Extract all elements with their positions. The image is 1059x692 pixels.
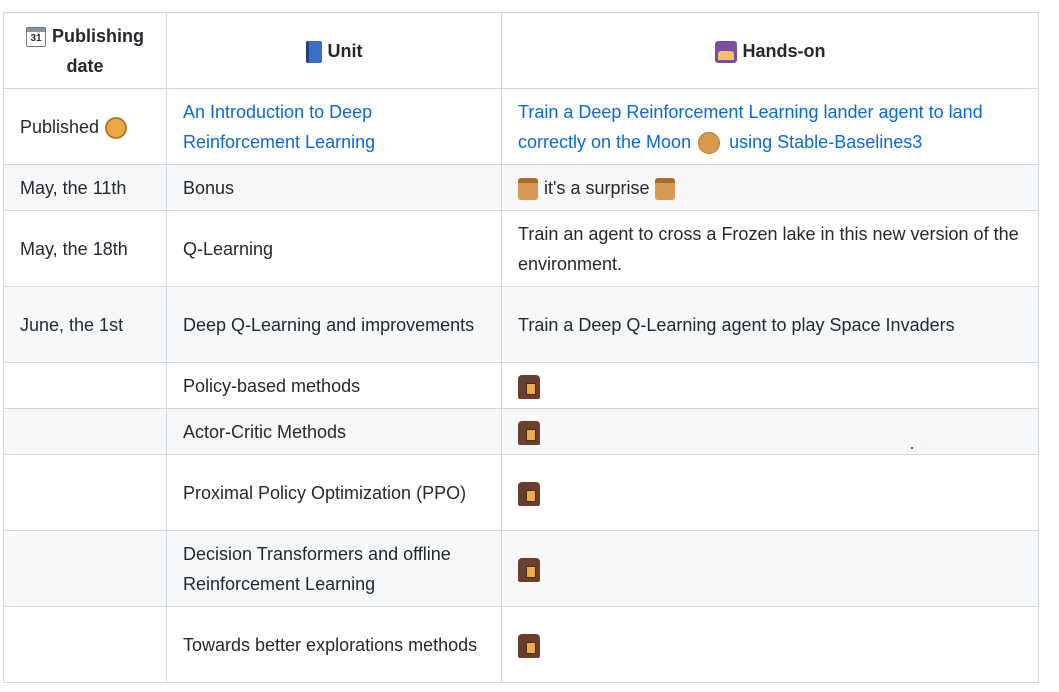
date-cell [3,408,167,455]
date-text: June, the 1st [20,314,124,335]
hands-on-text: it's a surprise [544,177,650,198]
header-publishing-date-label: Publishing date [52,25,144,76]
table-row: Published An Introduction to Deep Reinfo… [3,88,1039,165]
date-cell [3,362,167,409]
table-row: Towards better explorations methods [3,606,1039,683]
stray-dot [911,447,913,449]
hands-on-link-text-end: using Stable-Baselines3 [729,131,923,152]
date-text: Published [20,116,100,137]
header-publishing-date: 31 Publishing date [3,12,167,89]
hands-on-cell [501,454,1039,531]
calendar-icon: 31 [26,26,46,47]
schedule-table: 31 Publishing date Unit Hands-on Publishe… [3,12,1039,683]
hands-on-text: Train an agent to cross a Frozen lake in… [518,223,1019,274]
date-text: May, the 11th [20,177,127,198]
unit-cell: Q-Learning [166,210,502,287]
book-icon [305,40,322,63]
date-cell [3,530,167,607]
date-cell: May, the 18th [3,210,167,287]
under-construction-icon [518,557,540,582]
hands-on-link[interactable]: Train a Deep Reinforcement Learning land… [518,102,983,154]
under-construction-icon [518,420,540,445]
hands-on-cell [501,530,1039,607]
table-row: Actor-Critic Methods [3,408,1039,455]
date-cell: June, the 1st [3,286,167,363]
unit-text: Proximal Policy Optimization (PPO) [183,482,467,503]
date-cell [3,454,167,531]
date-cell: May, the 11th [3,164,167,211]
unit-cell: Towards better explorations methods [166,606,502,683]
date-cell [3,606,167,683]
unit-text: Policy-based methods [183,375,361,396]
under-construction-icon [518,481,540,506]
unit-text: Q-Learning [183,238,274,259]
table-row: June, the 1st Deep Q-Learning and improv… [3,286,1039,363]
unit-cell: Deep Q-Learning and improvements [166,286,502,363]
hands-on-cell: Train a Deep Reinforcement Learning land… [501,88,1039,165]
under-construction-icon [518,633,540,658]
unit-cell: Decision Transformers and offline Reinfo… [166,530,502,607]
hands-on-cell [501,408,1039,455]
hands-on-cell: Train a Deep Q-Learning agent to play Sp… [501,286,1039,363]
table-row: May, the 18th Q-Learning Train an agent … [3,210,1039,287]
unit-text: Decision Transformers and offline Reinfo… [183,543,451,594]
unit-text: Towards better explorations methods [183,634,478,655]
hands-on-cell [501,606,1039,683]
sleeping-moon-icon [105,116,128,139]
table-row: Proximal Policy Optimization (PPO) [3,454,1039,531]
date-cell: Published [3,88,167,165]
moon-icon [698,131,721,154]
header-row: 31 Publishing date Unit Hands-on [3,12,1039,89]
header-unit: Unit [166,12,502,89]
hands-on-cell: it's a surprise [501,164,1039,211]
unit-cell: Proximal Policy Optimization (PPO) [166,454,502,531]
unit-cell: An Introduction to Deep Reinforcement Le… [166,88,502,165]
header-unit-label: Unit [327,40,363,61]
table-row: Policy-based methods [3,362,1039,409]
table-row: May, the 11th Bonus it's a surprise [3,164,1039,211]
unit-text: Bonus [183,177,235,198]
hands-on-icon [714,40,737,63]
unit-cell: Policy-based methods [166,362,502,409]
under-construction-icon [518,374,540,399]
unit-text: Actor-Critic Methods [183,421,347,442]
hands-on-cell [501,362,1039,409]
header-hands-on: Hands-on [501,12,1039,89]
unit-text: Deep Q-Learning and improvements [183,314,475,335]
hands-on-text: Train a Deep Q-Learning agent to play Sp… [518,314,955,335]
hands-on-cell: Train an agent to cross a Frozen lake in… [501,210,1039,287]
unit-cell: Bonus [166,164,502,211]
gift-icon [518,177,538,200]
table-row: Decision Transformers and offline Reinfo… [3,530,1039,607]
unit-cell: Actor-Critic Methods [166,408,502,455]
date-text: May, the 18th [20,238,128,259]
gift-icon [655,177,676,200]
header-hands-on-label: Hands-on [742,40,826,61]
unit-link[interactable]: An Introduction to Deep Reinforcement Le… [183,102,375,152]
